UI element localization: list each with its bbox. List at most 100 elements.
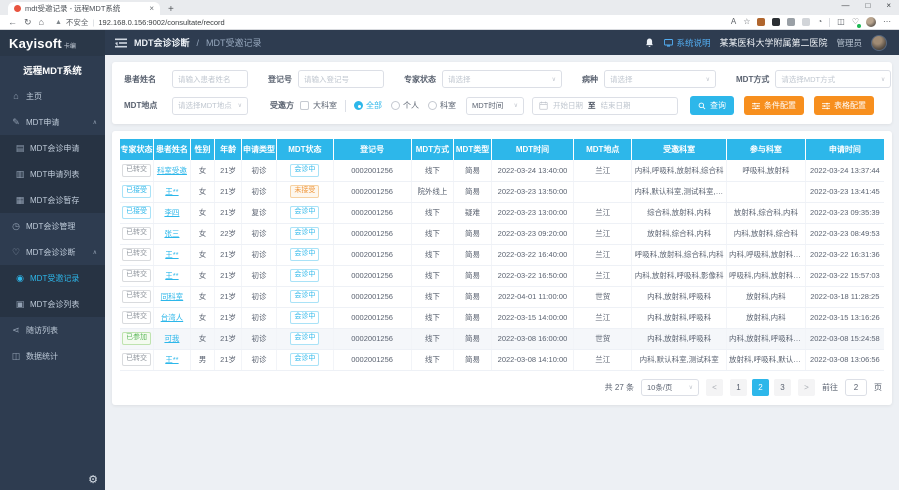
patient-name-link[interactable]: 王**	[165, 250, 178, 259]
expert-status-badge: 已转交	[122, 290, 151, 303]
next-page-button[interactable]: >	[798, 379, 815, 396]
cell-gender: 女	[190, 244, 214, 265]
sidebar-item-data-stats[interactable]: ◫数据统计	[0, 343, 105, 369]
sidebar-item-mdt-consult-list[interactable]: ▣MDT会诊列表	[0, 291, 105, 317]
chevron-down-icon: ∨	[689, 384, 693, 391]
browser-profile-avatar[interactable]	[866, 17, 876, 27]
sidebar-item-mdt-consult-diagnose[interactable]: ♡MDT会诊诊断∧	[0, 239, 105, 265]
sidebar-item-home[interactable]: ⌂主页	[0, 83, 105, 109]
sidebar-item-mdt-apply-list[interactable]: ▥MDT申请列表	[0, 161, 105, 187]
extension-icon[interactable]	[757, 18, 765, 26]
cell-mdt-mode: 线下	[411, 265, 454, 286]
url-field[interactable]: ▲ 不安全 | 192.168.0.156:9002/consultate/re…	[51, 17, 724, 28]
cell-joined-depts: 内科,放射科,呼吸科,测试科室	[727, 328, 806, 349]
patient-name-link[interactable]: 李四	[164, 208, 179, 217]
cell-apply-type: 初诊	[241, 181, 276, 202]
window-maximize-button[interactable]: □	[865, 1, 870, 10]
browser-essentials-icon[interactable]: ♡	[852, 18, 859, 26]
col-header-8: MDT类型	[454, 139, 491, 160]
new-tab-button[interactable]: +	[168, 4, 174, 15]
user-avatar[interactable]	[871, 35, 887, 51]
system-help-link[interactable]: 系统说明	[664, 37, 710, 49]
notification-bell-icon[interactable]	[644, 37, 655, 49]
window-minimize-button[interactable]: —	[841, 1, 849, 10]
patient-name-label: 患者姓名	[124, 74, 170, 85]
mdt-mode-select[interactable]: 请选择MDT方式∨	[775, 70, 891, 88]
goto-page-input[interactable]: 2	[845, 379, 867, 396]
sidebar-item-label: MDT申请列表	[30, 169, 79, 180]
split-screen-icon[interactable]: ◫	[837, 18, 845, 26]
prev-page-button[interactable]: <	[706, 379, 723, 396]
page-button-1[interactable]: 1	[730, 379, 747, 396]
sidebar-item-mdt-apply[interactable]: ✎MDT申请∧	[0, 109, 105, 135]
cell-apply-time: 2022-03-23 08:49:53	[805, 223, 884, 244]
patient-name-link[interactable]: 可我	[164, 334, 179, 343]
extension-icon[interactable]	[772, 18, 780, 26]
logo-suffix: 卡编	[64, 41, 76, 50]
patient-name-link[interactable]: 张三	[164, 229, 179, 238]
cell-reg-no: 0002001256	[333, 265, 411, 286]
home-button[interactable]: ⌂	[39, 18, 44, 27]
cell-joined-depts: 放射科,内科	[727, 307, 806, 328]
read-aloud-icon[interactable]: A	[731, 18, 736, 26]
sidebar-item-followup-list[interactable]: ⋖随访列表	[0, 317, 105, 343]
major-dept-checkbox[interactable]: 大科室	[300, 100, 337, 111]
back-button[interactable]: ←	[8, 18, 17, 27]
patient-name-link[interactable]: 王**	[165, 355, 178, 364]
mdt-location-select[interactable]: 请选择MDT地点 ∨	[172, 97, 248, 115]
expert-status-badge: 已转交	[122, 227, 151, 240]
settings-gear-icon[interactable]: ⚙	[88, 473, 98, 486]
extension-icon[interactable]	[802, 18, 810, 26]
sidebar-item-mdt-invite-record[interactable]: ◉MDT受邀记录	[0, 265, 105, 291]
cell-mdt-mode: 线下	[411, 349, 454, 370]
invitee-radio-个人[interactable]: 个人	[391, 100, 419, 111]
condition-config-button[interactable]: 条件配置	[744, 96, 804, 115]
copilot-icon[interactable]: ◔	[817, 18, 822, 26]
patient-name-link[interactable]: 台湾人	[161, 313, 184, 322]
sidebar-collapse-icon[interactable]	[115, 38, 127, 48]
sidebar-item-mdt-consult-apply[interactable]: ▤MDT会诊申请	[0, 135, 105, 161]
disease-select[interactable]: 请选择∨	[604, 70, 716, 88]
favorites-star-icon[interactable]: ☆	[743, 18, 750, 26]
extension-icon[interactable]	[787, 18, 795, 26]
cell-mdt-time: 2022-03-22 16:50:00	[491, 265, 574, 286]
sidebar-item-label: 数据统计	[26, 351, 58, 362]
patient-name-link[interactable]: 王**	[165, 187, 178, 196]
page-button-2[interactable]: 2	[752, 379, 769, 396]
cell-mdt-status: 会诊中	[277, 160, 334, 181]
cell-apply-time: 2022-03-23 13:41:45	[805, 181, 884, 202]
cell-mdt-type: 简易	[454, 307, 491, 328]
cell-apply-time: 2022-03-08 13:06:56	[805, 349, 884, 370]
invitee-radio-全部[interactable]: 全部	[354, 100, 382, 111]
browser-tab[interactable]: mdt受邀记录 - 远程MDT系统 ×	[8, 2, 160, 15]
expert-status-badge: 已接受	[122, 185, 151, 198]
table-config-button[interactable]: 表格配置	[814, 96, 874, 115]
sidebar-item-label: MDT会诊管理	[26, 221, 75, 232]
sidebar-item-mdt-consult-manage[interactable]: ◷MDT会诊管理	[0, 213, 105, 239]
patient-name-input[interactable]: 请输入患者姓名	[172, 70, 248, 88]
window-close-button[interactable]: ×	[886, 1, 891, 10]
cell-age: 21岁	[215, 202, 242, 223]
patient-name-link[interactable]: 科室受邀	[157, 166, 187, 175]
registration-no-input[interactable]: 请输入登记号	[298, 70, 384, 88]
patient-name-link[interactable]: 同科室	[161, 292, 184, 301]
radio-label: 个人	[403, 100, 419, 111]
search-button[interactable]: 查询	[690, 96, 734, 115]
patient-name-link[interactable]: 王**	[165, 271, 178, 280]
chevron-down-icon: ∨	[514, 102, 518, 109]
cell-apply-type: 初诊	[241, 286, 276, 307]
reload-button[interactable]: ↻	[24, 18, 32, 27]
page-size-select[interactable]: 10条/页 ∨	[641, 379, 699, 396]
cell-expert-status: 已接受	[120, 202, 154, 223]
sidebar-item-mdt-consult-draft[interactable]: ▦MDT会诊暂存	[0, 187, 105, 213]
tab-close-icon[interactable]: ×	[149, 5, 154, 13]
invitee-radio-科室[interactable]: 科室	[428, 100, 456, 111]
page-button-3[interactable]: 3	[774, 379, 791, 396]
col-header-3: 年龄	[215, 139, 242, 160]
expert-status-select[interactable]: 请选择∨	[442, 70, 562, 88]
mdt-time-select[interactable]: MDT时间 ∨	[466, 97, 524, 115]
browser-menu-icon[interactable]: ⋯	[883, 18, 891, 26]
date-range-picker[interactable]: 开始日期 至 结束日期	[532, 97, 678, 115]
mdt-status-badge: 会诊中	[290, 227, 319, 240]
button-label: 条件配置	[764, 100, 796, 111]
